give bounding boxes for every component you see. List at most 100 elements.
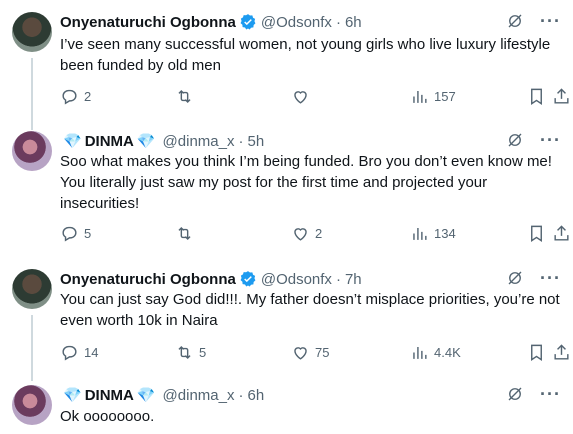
display-name[interactable]: Onyenaturuchi Ogbonna	[60, 14, 236, 31]
more-options-icon[interactable]: ···	[540, 12, 561, 30]
share-icon	[554, 225, 569, 241]
top-icons: ···	[506, 12, 561, 30]
views-button[interactable]: 4.4K	[410, 343, 461, 362]
heart-icon	[294, 228, 307, 241]
view-count: 134	[434, 226, 456, 241]
handle[interactable]: @dinma_x	[163, 387, 235, 404]
separator-dot: ·	[238, 386, 244, 404]
reply-count: 14	[84, 345, 99, 360]
tweet-header: Onyenaturuchi Ogbonna @Odsonfx · 7h	[60, 269, 362, 289]
retweet-button[interactable]	[175, 87, 199, 106]
bookmark-icon	[531, 225, 542, 242]
avatar[interactable]	[12, 269, 52, 309]
action-bar: 2 157	[60, 87, 569, 107]
retweet-icon	[178, 226, 191, 241]
diamond-emoji-icon: 💎	[136, 387, 156, 404]
views-button[interactable]: 134	[410, 224, 456, 243]
diamond-emoji-icon: 💎	[136, 133, 156, 150]
retweet-button[interactable]	[175, 224, 199, 243]
tweet-text: I’ve seen many successful women, not you…	[60, 34, 565, 76]
separator-dot: ·	[335, 270, 341, 288]
reply-count: 5	[84, 226, 92, 241]
view-count: 157	[434, 89, 456, 104]
heart-icon	[294, 347, 307, 360]
tweet-header: 💎 DINMA 💎 @dinma_x · 5h	[60, 131, 264, 151]
retweet-button[interactable]: 5	[175, 343, 206, 362]
text-line: Soo what makes you think I’m being funde…	[60, 153, 552, 170]
diamond-emoji-icon: 💎	[63, 387, 82, 404]
top-icons: ···	[506, 131, 561, 149]
thread-line	[31, 58, 33, 130]
retweet-icon	[178, 345, 191, 360]
tweet-1[interactable]: Onyenaturuchi Ogbonna @Odsonfx · 6h ··· …	[0, 12, 573, 130]
bookmark-button[interactable]	[527, 224, 551, 243]
text-line: Ok oooooooo.	[60, 408, 155, 425]
bookmark-icon	[531, 88, 542, 105]
verified-badge-icon	[240, 14, 256, 30]
grok-icon[interactable]	[506, 385, 524, 403]
action-bar: 14 5 75 4.4K	[60, 343, 569, 363]
text-line: You literally just saw my post for the f…	[60, 174, 488, 191]
bookmark-button[interactable]	[527, 343, 551, 362]
display-name[interactable]: DINMA	[85, 133, 134, 150]
text-line: You can just say God did!!!. My father d…	[60, 291, 560, 308]
text-line: insecurities!	[60, 195, 140, 212]
more-options-icon[interactable]: ···	[540, 131, 561, 149]
top-icons: ···	[506, 269, 561, 287]
handle[interactable]: @Odsonfx	[261, 271, 332, 288]
more-options-icon[interactable]: ···	[540, 385, 561, 403]
grok-icon[interactable]	[506, 131, 524, 149]
timestamp[interactable]: 6h	[247, 387, 264, 404]
tweet-4[interactable]: 💎 DINMA 💎 @dinma_x · 6h ··· Ok oooooooo.	[0, 385, 573, 434]
heart-icon	[294, 91, 307, 104]
share-button[interactable]	[552, 343, 573, 362]
retweet-icon	[178, 89, 191, 104]
avatar[interactable]	[12, 131, 52, 171]
share-button[interactable]	[552, 224, 573, 243]
like-count: 75	[315, 345, 330, 360]
text-line: I’ve seen many successful women, not you…	[60, 36, 551, 53]
views-chart-icon	[413, 346, 427, 359]
views-chart-icon	[413, 227, 427, 240]
timestamp[interactable]: 6h	[345, 14, 362, 31]
avatar[interactable]	[12, 385, 52, 425]
like-count: 2	[315, 226, 323, 241]
tweet-header: 💎 DINMA 💎 @dinma_x · 6h	[60, 385, 264, 405]
text-line: even worth 10k in Naira	[60, 312, 218, 329]
diamond-emoji-icon: 💎	[63, 133, 82, 150]
view-count: 4.4K	[434, 345, 461, 360]
separator-dot: ·	[335, 13, 341, 31]
display-name[interactable]: DINMA	[85, 387, 134, 404]
bookmark-button[interactable]	[527, 87, 551, 106]
handle[interactable]: @dinma_x	[163, 133, 235, 150]
like-button[interactable]	[291, 87, 315, 106]
avatar[interactable]	[12, 12, 52, 52]
tweet-2[interactable]: 💎 DINMA 💎 @dinma_x · 5h ··· Soo what mak…	[0, 131, 573, 261]
share-icon	[554, 88, 569, 104]
verified-badge-icon	[240, 271, 256, 287]
retweet-count: 5	[199, 345, 207, 360]
timestamp[interactable]: 7h	[345, 271, 362, 288]
like-button[interactable]: 75	[291, 343, 329, 362]
separator-dot: ·	[238, 132, 244, 150]
reply-icon	[62, 345, 77, 361]
top-icons: ···	[506, 385, 561, 403]
share-button[interactable]	[552, 87, 573, 106]
display-name[interactable]: Onyenaturuchi Ogbonna	[60, 271, 236, 288]
tweet-header: Onyenaturuchi Ogbonna @Odsonfx · 6h	[60, 12, 362, 32]
views-button[interactable]: 157	[410, 87, 456, 106]
reply-button[interactable]: 5	[60, 224, 91, 243]
tweet-text: Ok oooooooo.	[60, 406, 565, 427]
tweet-3[interactable]: Onyenaturuchi Ogbonna @Odsonfx · 7h ··· …	[0, 269, 573, 381]
share-icon	[554, 344, 569, 360]
more-options-icon[interactable]: ···	[540, 269, 561, 287]
timestamp[interactable]: 5h	[247, 133, 264, 150]
handle[interactable]: @Odsonfx	[261, 14, 332, 31]
grok-icon[interactable]	[506, 12, 524, 30]
grok-icon[interactable]	[506, 269, 524, 287]
reply-button[interactable]: 14	[60, 343, 98, 362]
reply-icon	[62, 89, 77, 105]
reply-button[interactable]: 2	[60, 87, 91, 106]
text-line: been funded by old men	[60, 57, 221, 74]
like-button[interactable]: 2	[291, 224, 322, 243]
